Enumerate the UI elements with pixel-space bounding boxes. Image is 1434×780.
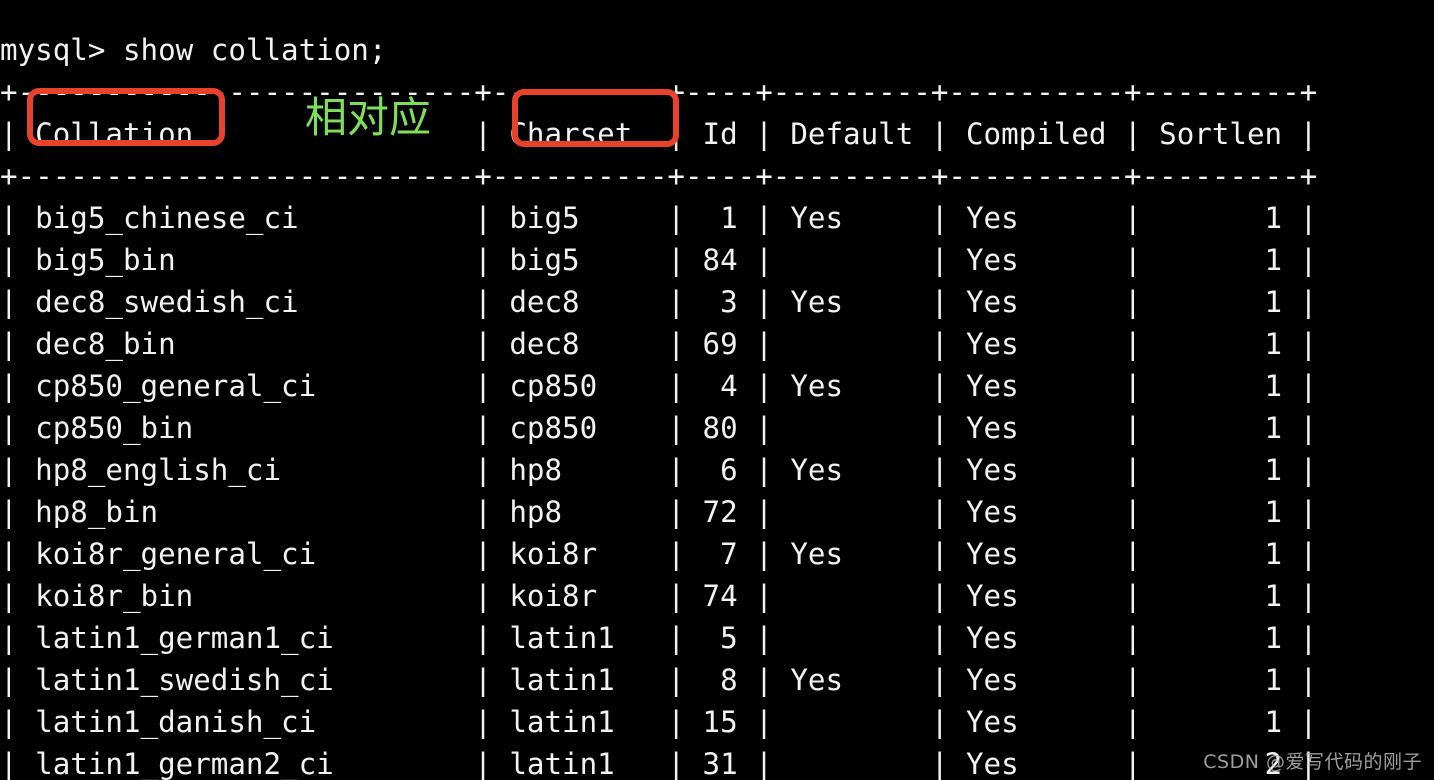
terminal-line: +--------------------------+----------+-… bbox=[0, 159, 1318, 194]
terminal-line: | hp8_bin | hp8 | 72 | | Yes | 1 | bbox=[0, 495, 1318, 530]
terminal-line: | cp850_bin | cp850 | 80 | | Yes | 1 | bbox=[0, 411, 1318, 446]
terminal-line: | latin1_german1_ci | latin1 | 5 | | Yes… bbox=[0, 621, 1318, 656]
terminal-line: | koi8r_bin | koi8r | 74 | | Yes | 1 | bbox=[0, 579, 1318, 614]
correspondence-annotation-label: 相对应 bbox=[305, 93, 432, 142]
terminal-line: | dec8_bin | dec8 | 69 | | Yes | 1 | bbox=[0, 327, 1318, 362]
terminal-screen: mysql> show collation; +-----------------… bbox=[0, 0, 1434, 780]
terminal-line: | Collation | Charset | Id | Default | C… bbox=[0, 117, 1318, 152]
terminal-line: | hp8_english_ci | hp8 | 6 | Yes | Yes |… bbox=[0, 453, 1318, 488]
terminal-line: +--------------------------+----------+-… bbox=[0, 75, 1318, 110]
terminal-line: | latin1_swedish_ci | latin1 | 8 | Yes |… bbox=[0, 663, 1318, 698]
terminal-output[interactable]: mysql> show collation; +-----------------… bbox=[0, 29, 1434, 780]
terminal-line: | big5_bin | big5 | 84 | | Yes | 1 | bbox=[0, 243, 1318, 278]
terminal-line: mysql> show collation; bbox=[0, 33, 387, 68]
terminal-line: | cp850_general_ci | cp850 | 4 | Yes | Y… bbox=[0, 369, 1318, 404]
csdn-watermark: CSDN @爱写代码的刚子 bbox=[1203, 751, 1422, 773]
terminal-line: | dec8_swedish_ci | dec8 | 3 | Yes | Yes… bbox=[0, 285, 1318, 320]
terminal-line: | big5_chinese_ci | big5 | 1 | Yes | Yes… bbox=[0, 201, 1318, 236]
terminal-line: | latin1_danish_ci | latin1 | 15 | | Yes… bbox=[0, 705, 1318, 740]
terminal-line: | koi8r_general_ci | koi8r | 7 | Yes | Y… bbox=[0, 537, 1318, 572]
